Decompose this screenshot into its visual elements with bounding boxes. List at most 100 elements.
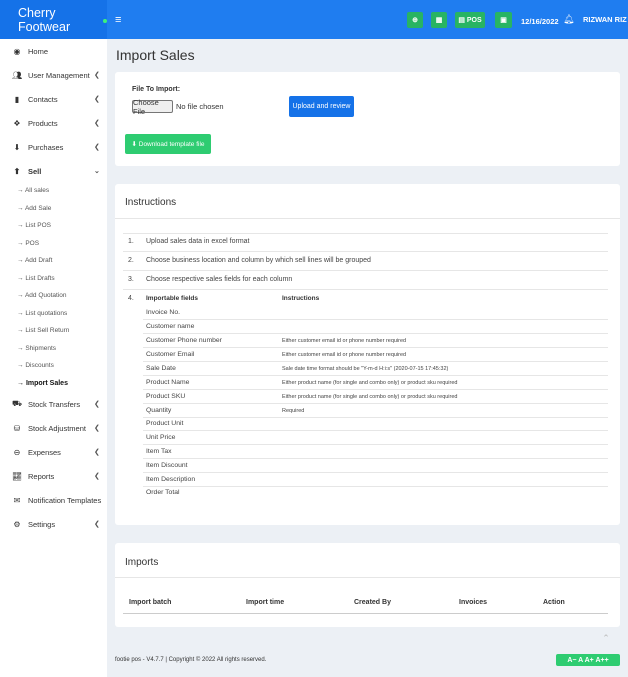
- chevron-down-icon: ⌄: [94, 168, 100, 175]
- sidebar-item-label: Sell: [28, 166, 42, 176]
- step-number: 1.: [128, 238, 134, 245]
- pos-button[interactable]: ▤ POS: [455, 12, 485, 28]
- sidebar-sub-list-drafts[interactable]: → List Drafts: [17, 275, 55, 282]
- dashboard-icon: ◉: [13, 46, 21, 56]
- instructions-column-header: Instructions: [282, 295, 320, 302]
- brand-title: Cherry Footwear: [18, 5, 71, 34]
- divider: [143, 319, 608, 320]
- sidebar-sub-add-quotation[interactable]: → Add Quotation: [17, 292, 67, 299]
- font-size-buttons[interactable]: A− A A+ A++: [556, 654, 620, 666]
- sidebar-item-stock-adjustment[interactable]: ⛁ Stock Adjustment ❮: [0, 419, 107, 437]
- sidebar-item-expenses[interactable]: ⊖ Expenses ❮: [0, 443, 107, 461]
- footer-copyright: footie pos - V4.7.7 | Copyright © 2022 A…: [115, 657, 267, 663]
- sidebar-item-sell[interactable]: ⬆ Sell ⌄: [0, 162, 107, 180]
- sidebar-sub-list-sell-return[interactable]: → List Sell Return: [17, 327, 69, 334]
- column-header-import-time[interactable]: Import time: [246, 599, 284, 606]
- envelope-icon: ✉: [13, 495, 21, 505]
- menu-toggle-icon[interactable]: ≡: [115, 14, 121, 26]
- sidebar-sub-add-draft[interactable]: → Add Draft: [17, 257, 52, 264]
- sub-label: List quotations: [25, 310, 68, 317]
- cash-register-icon[interactable]: ▣: [495, 12, 512, 28]
- field-name: Unit Price: [146, 434, 176, 441]
- field-instruction: Either customer email id or phone number…: [282, 352, 407, 358]
- divider: [143, 486, 608, 487]
- sidebar-sub-import-sales[interactable]: → Import Sales: [17, 380, 68, 387]
- sidebar-item-home[interactable]: ◉ Home: [0, 42, 107, 60]
- sub-label: POS: [25, 240, 40, 247]
- divider: [143, 361, 608, 362]
- field-name: Quantity: [146, 407, 172, 414]
- sub-label: List POS: [25, 222, 51, 229]
- user-menu[interactable]: RIZWAN RIZ: [583, 15, 627, 24]
- download-label: Download template file: [138, 140, 205, 148]
- divider: [143, 389, 608, 390]
- chart-icon: 📈︎: [12, 471, 23, 481]
- database-icon: ⛁: [13, 423, 21, 433]
- sidebar-item-stock-transfers[interactable]: ⛟ Stock Transfers ❮: [0, 395, 107, 413]
- choose-file-button[interactable]: Choose File: [132, 98, 173, 116]
- sidebar-item-settings[interactable]: ⚙ Settings ❮: [0, 515, 107, 533]
- current-date: 12/16/2022: [521, 17, 559, 26]
- top-navbar: ≡ ⊕ ▦ ▤ POS ▣ 12/16/2022 🔔︎ RIZWAN RIZ: [107, 0, 628, 39]
- step-text: Choose business location and column by w…: [146, 257, 371, 264]
- field-name: Product SKU: [146, 393, 186, 400]
- field-name: Item Description: [146, 476, 196, 483]
- divider: [143, 375, 608, 376]
- users-icon: 👥︎: [12, 70, 23, 80]
- chevron-left-icon: ❮: [94, 144, 100, 151]
- sidebar-item-purchases[interactable]: ⬇ Purchases ❮: [0, 138, 107, 156]
- chevron-left-icon: ❮: [94, 473, 100, 480]
- sidebar-sub-add-sale[interactable]: → Add Sale: [17, 205, 51, 212]
- add-circle-icon[interactable]: ⊕: [407, 12, 423, 28]
- sidebar-sub-list-pos[interactable]: → List POS: [17, 222, 51, 229]
- sidebar-item-user-management[interactable]: 👥︎ User Management ❮: [0, 66, 107, 84]
- pos-label: POS: [466, 16, 482, 24]
- sub-label: Add Sale: [24, 205, 52, 212]
- sidebar-item-label: Reports: [28, 471, 55, 481]
- divider: [115, 577, 620, 578]
- sidebar-item-label: Stock Transfers: [28, 399, 81, 409]
- column-header-action[interactable]: Action: [543, 599, 565, 606]
- field-name: Item Tax: [146, 448, 172, 455]
- upload-review-button[interactable]: Upload and review: [289, 96, 354, 117]
- divider: [115, 218, 620, 219]
- scroll-top-icon[interactable]: ⌃: [599, 633, 613, 645]
- sidebar-item-reports[interactable]: 📈︎ Reports ❮: [0, 467, 107, 485]
- column-header-created-by[interactable]: Created By: [354, 599, 391, 606]
- column-header-import-batch[interactable]: Import batch: [129, 599, 171, 606]
- sub-label: All sales: [24, 187, 50, 194]
- field-name: Customer Email: [146, 351, 195, 358]
- field-name: Product Name: [146, 379, 190, 386]
- sidebar-item-label: Purchases: [28, 142, 64, 152]
- field-instruction: Either product name (for single and comb…: [282, 380, 458, 386]
- sidebar-sub-list-quotations[interactable]: → List quotations: [17, 310, 67, 317]
- divider: [123, 613, 608, 614]
- sidebar-item-contacts[interactable]: ▮ Contacts ❮: [0, 90, 107, 108]
- calculator-icon[interactable]: ▦: [431, 12, 447, 28]
- chevron-left-icon: ❮: [94, 401, 100, 408]
- sub-label: Shipments: [25, 345, 57, 352]
- sidebar-sub-all-sales[interactable]: → All sales: [17, 187, 49, 194]
- sidebar-item-products[interactable]: ❖ Products ❮: [0, 114, 107, 132]
- download-template-button[interactable]: ⬇ Download template file: [125, 134, 211, 154]
- field-instruction: Either customer email id or phone number…: [282, 338, 407, 344]
- sidebar-sub-discounts[interactable]: → Discounts: [17, 362, 54, 369]
- field-name: Invoice No.: [146, 309, 181, 316]
- arrow-circle-down-icon: ⬇: [13, 142, 21, 152]
- sub-label: Import Sales: [25, 380, 68, 387]
- brand-logo[interactable]: Cherry Footwear: [0, 0, 107, 39]
- sidebar-item-notification-templates[interactable]: ✉ Notification Templates: [0, 491, 107, 509]
- imports-card: [115, 543, 620, 627]
- cubes-icon: ❖: [13, 118, 21, 128]
- sidebar: [0, 39, 107, 677]
- divider: [143, 458, 608, 459]
- sub-label: Add Draft: [24, 257, 53, 264]
- file-label: File To Import:: [132, 86, 181, 93]
- sidebar-sub-shipments[interactable]: → Shipments: [17, 345, 56, 352]
- sidebar-item-label: Notification Templates: [28, 495, 102, 505]
- minus-circle-icon: ⊖: [13, 447, 21, 457]
- bell-icon[interactable]: 🔔︎: [563, 14, 574, 25]
- sub-label: Discounts: [25, 362, 54, 369]
- column-header-invoices[interactable]: Invoices: [459, 599, 487, 606]
- sidebar-sub-pos[interactable]: → POS: [17, 240, 39, 247]
